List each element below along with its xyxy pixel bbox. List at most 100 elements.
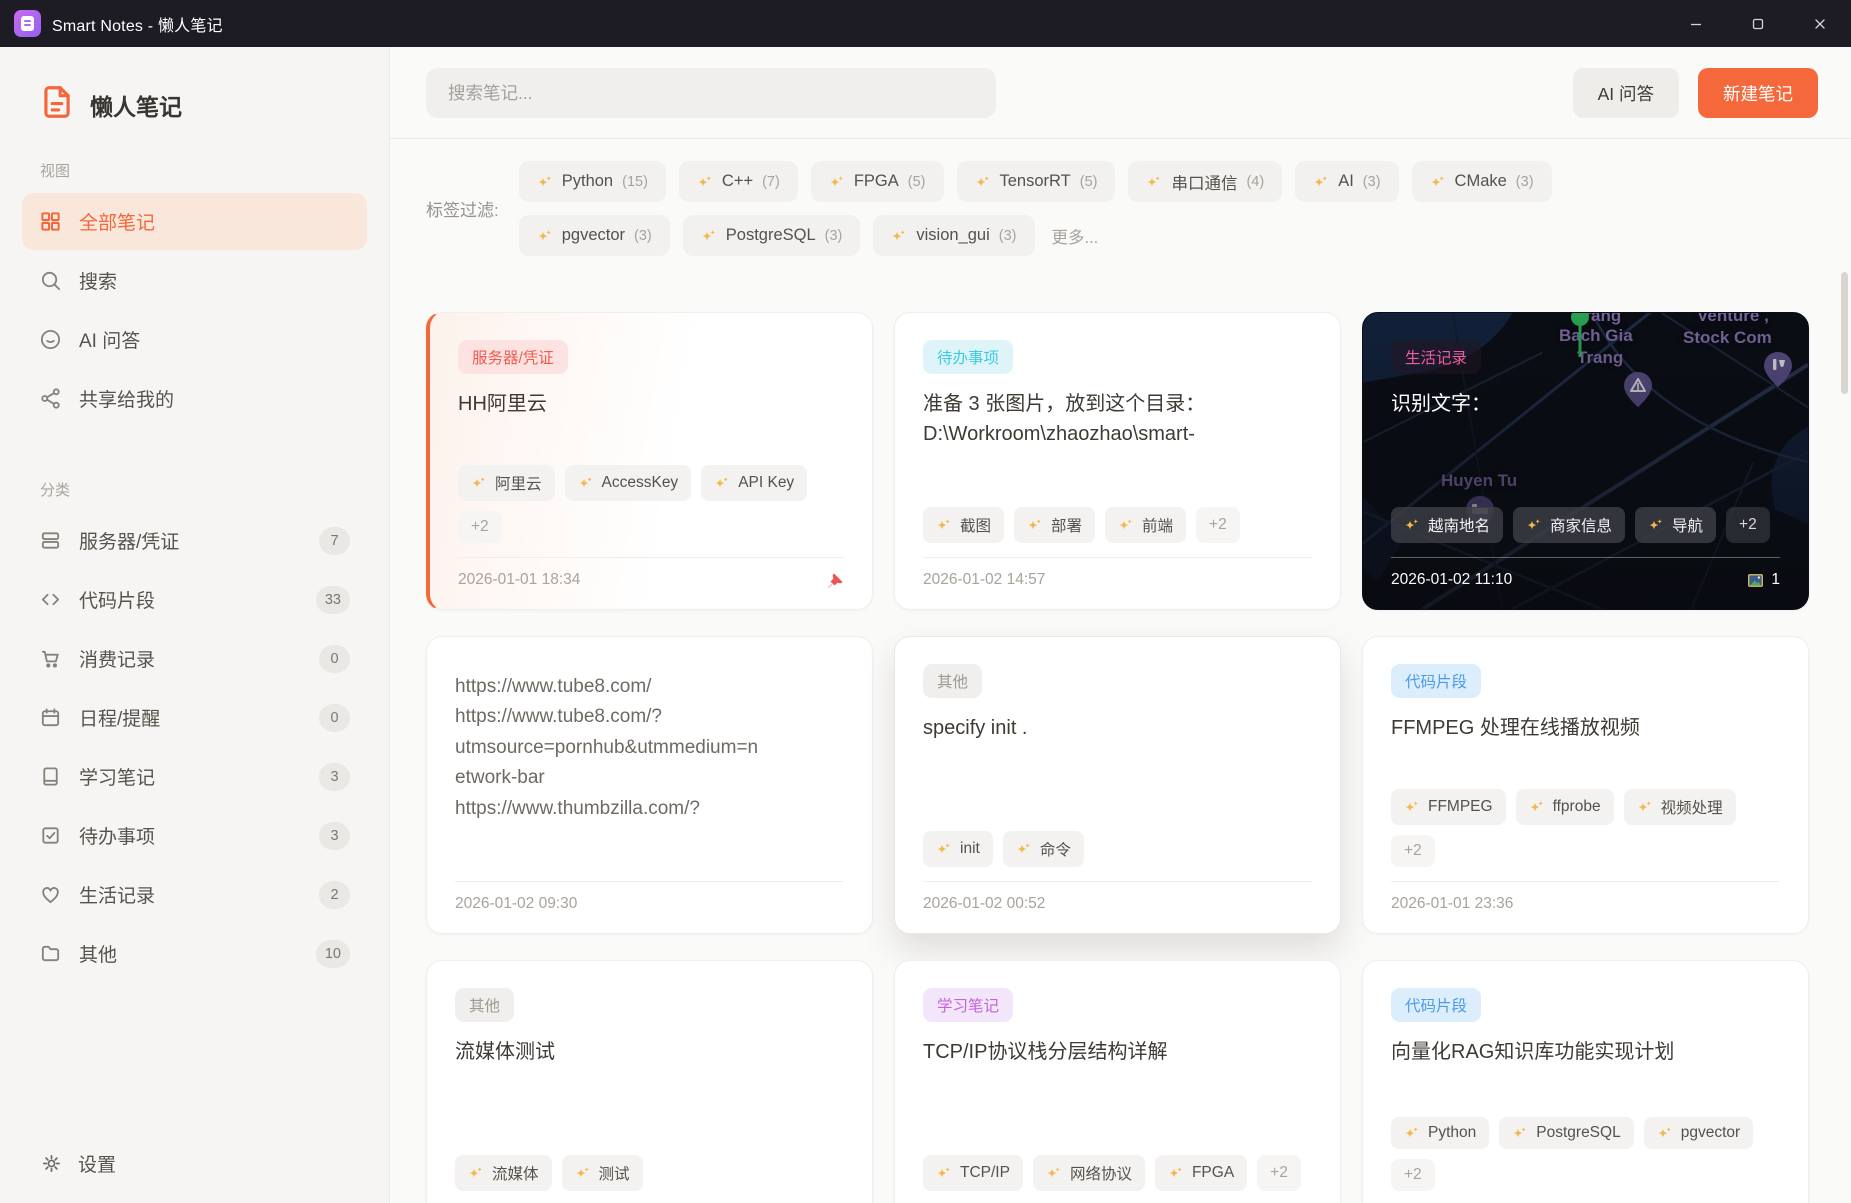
note-title: 准备 3 张图片，放到这个目录： D:\Workroom\zhaozhao\sm…: [923, 393, 1206, 445]
sidebar-item-日程/提醒[interactable]: 日程/提醒 0: [22, 689, 367, 746]
note-tag[interactable]: Python: [1391, 1117, 1490, 1149]
filter-tag-Python[interactable]: Python (15): [518, 161, 666, 202]
filter-tag-count: (3): [1362, 173, 1381, 190]
filter-tag-C++[interactable]: C++ (7): [678, 161, 798, 202]
sidebar-item-其他[interactable]: 其他 10: [22, 925, 367, 982]
note-tag-label: Python: [1428, 1124, 1477, 1141]
search-input[interactable]: [426, 68, 996, 118]
sidebar-item-AI 问答[interactable]: AI 问答: [22, 311, 367, 368]
card-footer: 2026-01-01 23:36: [1391, 881, 1780, 913]
note-card[interactable]: 代码片段 向量化RAG知识库功能实现计划 Python PostgreSQL pgvec…: [1362, 960, 1809, 1203]
note-tag[interactable]: 截图: [923, 507, 1005, 543]
note-tag[interactable]: TCP/IP: [923, 1155, 1023, 1191]
note-card[interactable]: 代码片段 FFMPEG 处理在线播放视频 FFMPEG ffprobe 视频处理 +2 20…: [1362, 636, 1809, 934]
note-tag[interactable]: pgvector: [1643, 1117, 1754, 1149]
more-tags-link[interactable]: 更多...: [1048, 224, 1103, 248]
note-tag[interactable]: ffprobe: [1515, 789, 1614, 825]
filter-tag-串口通信[interactable]: 串口通信 (4): [1128, 161, 1283, 202]
filter-tag-FPGA[interactable]: FPGA (5): [810, 161, 944, 202]
note-tag[interactable]: API Key: [701, 465, 808, 501]
note-tag[interactable]: init: [923, 831, 993, 867]
sparkle-icon: [537, 174, 553, 190]
note-tag-label: 流媒体: [492, 1166, 539, 1183]
note-card[interactable]: 其他 specify init . init 命令 2026-01-02 00:52: [894, 636, 1341, 934]
note-card[interactable]: https://www.tube8.com/ https://www.tube8…: [426, 636, 873, 934]
scrollbar-thumb[interactable]: [1841, 272, 1848, 394]
note-tag-label: 命令: [1039, 842, 1071, 859]
filter-tag-TensorRT[interactable]: TensorRT (5): [956, 161, 1116, 202]
note-tag-list: 阿里云 AccessKey API Key +2: [458, 465, 844, 543]
sidebar-item-settings[interactable]: 设置: [40, 1150, 116, 1177]
filter-tag-PostgreSQL[interactable]: PostgreSQL (3): [682, 215, 861, 256]
note-logo-icon: [38, 83, 76, 126]
note-tag[interactable]: 越南地名: [1391, 507, 1504, 543]
sidebar-item-label: 消费记录: [79, 650, 156, 671]
maximize-button[interactable]: [1727, 0, 1789, 47]
card-footer: 2026-01-02 09:30: [455, 881, 844, 913]
sparkle-icon: [1637, 799, 1653, 815]
note-tag[interactable]: 视频处理: [1623, 789, 1736, 825]
note-card[interactable]: TrangBach GiaTrangVenture ,Stock ComHuye…: [1362, 312, 1809, 610]
filter-tag-AI[interactable]: AI (3): [1295, 161, 1399, 202]
sidebar-item-共享给我的[interactable]: 共享给我的: [22, 370, 367, 427]
note-tag[interactable]: 命令: [1002, 831, 1084, 867]
note-tag-list: init 命令: [923, 831, 1312, 867]
sidebar-item-生活记录[interactable]: 生活记录 2: [22, 866, 367, 923]
ai-qa-button[interactable]: AI 问答: [1572, 68, 1679, 118]
filter-tag-CMake[interactable]: CMake (3): [1411, 161, 1552, 202]
card-footer: 2026-01-01 18:34: [458, 557, 844, 589]
sidebar-item-待办事项[interactable]: 待办事项 3: [22, 807, 367, 864]
note-tag[interactable]: 网络协议: [1032, 1155, 1145, 1191]
note-tag[interactable]: 导航: [1635, 507, 1717, 543]
sparkle-icon: [471, 475, 487, 491]
calendar-icon: [39, 706, 62, 729]
filter-tag-label: 串口通信: [1171, 174, 1238, 193]
notes-grid: 服务器/凭证 HH阿里云 阿里云 AccessKey API Key +2 2026-01-…: [426, 312, 1809, 1203]
note-tag[interactable]: 阿里云: [458, 465, 555, 501]
sparkle-icon: [1016, 841, 1032, 857]
note-card[interactable]: 待办事项 准备 3 张图片，放到这个目录： D:\Workroom\zhaozha…: [894, 312, 1341, 610]
note-title: 向量化RAG知识库功能实现计划: [1391, 1041, 1675, 1063]
note-card[interactable]: 其他流媒体测试流媒体测试2026-01-01 23:261: [426, 960, 873, 1203]
sparkle-icon: [1648, 517, 1664, 533]
note-tag[interactable]: 部署: [1014, 507, 1096, 543]
tag-filter-label: 标签过滤:: [426, 201, 499, 220]
filter-tag-count: (15): [622, 173, 648, 190]
sidebar-item-搜索[interactable]: 搜索: [22, 252, 367, 309]
section-label-views: 视图: [40, 163, 71, 180]
note-tag-label: ffprobe: [1552, 798, 1601, 815]
topbar: AI 问答 新建笔记: [390, 47, 1851, 139]
minimize-button[interactable]: [1665, 0, 1727, 47]
note-tag[interactable]: AccessKey: [564, 465, 692, 501]
note-tag[interactable]: 前端: [1105, 507, 1187, 543]
share-icon: [39, 387, 62, 410]
note-tag[interactable]: FPGA: [1154, 1155, 1248, 1191]
sidebar-item-服务器/凭证[interactable]: 服务器/凭证 7: [22, 512, 367, 569]
more-tags-pill: +2: [1257, 1155, 1301, 1191]
sparkle-icon: [1529, 799, 1545, 815]
filter-tag-pgvector[interactable]: pgvector (3): [518, 215, 670, 256]
note-tag[interactable]: 商家信息: [1513, 507, 1626, 543]
note-card[interactable]: 服务器/凭证 HH阿里云 阿里云 AccessKey API Key +2 2026-01-…: [426, 312, 873, 610]
sidebar-item-学习笔记[interactable]: 学习笔记 3: [22, 748, 367, 805]
sidebar-item-label: AI 问答: [79, 331, 141, 352]
filter-tag-vision_gui[interactable]: vision_gui (3): [873, 215, 1035, 256]
close-button[interactable]: [1789, 0, 1851, 47]
sidebar-item-全部笔记[interactable]: 全部笔记: [22, 193, 367, 250]
note-tag[interactable]: PostgreSQL: [1499, 1117, 1634, 1149]
sparkle-icon: [1146, 174, 1162, 190]
note-date: 2026-01-01 23:36: [1391, 895, 1514, 912]
more-tags-pill: +2: [1391, 835, 1435, 867]
sidebar-item-label: 代码片段: [79, 591, 156, 612]
note-tag[interactable]: 测试: [561, 1155, 643, 1191]
sparkle-icon: [1430, 174, 1446, 190]
sidebar-item-代码片段[interactable]: 代码片段 33: [22, 571, 367, 628]
note-body: https://www.tube8.com/ https://www.tube8…: [455, 676, 759, 819]
note-title: 流媒体测试: [455, 1041, 555, 1063]
note-tag-list: TCP/IP 网络协议 FPGA +2: [923, 1155, 1312, 1191]
note-card[interactable]: 学习笔记TCP/IP协议栈分层结构详解TCP/IP网络协议FPGA+22026-…: [894, 960, 1341, 1203]
note-tag[interactable]: FFMPEG: [1391, 789, 1506, 825]
sidebar-item-消费记录[interactable]: 消费记录 0: [22, 630, 367, 687]
note-tag[interactable]: 流媒体: [455, 1155, 552, 1191]
new-note-button[interactable]: 新建笔记: [1698, 68, 1818, 118]
